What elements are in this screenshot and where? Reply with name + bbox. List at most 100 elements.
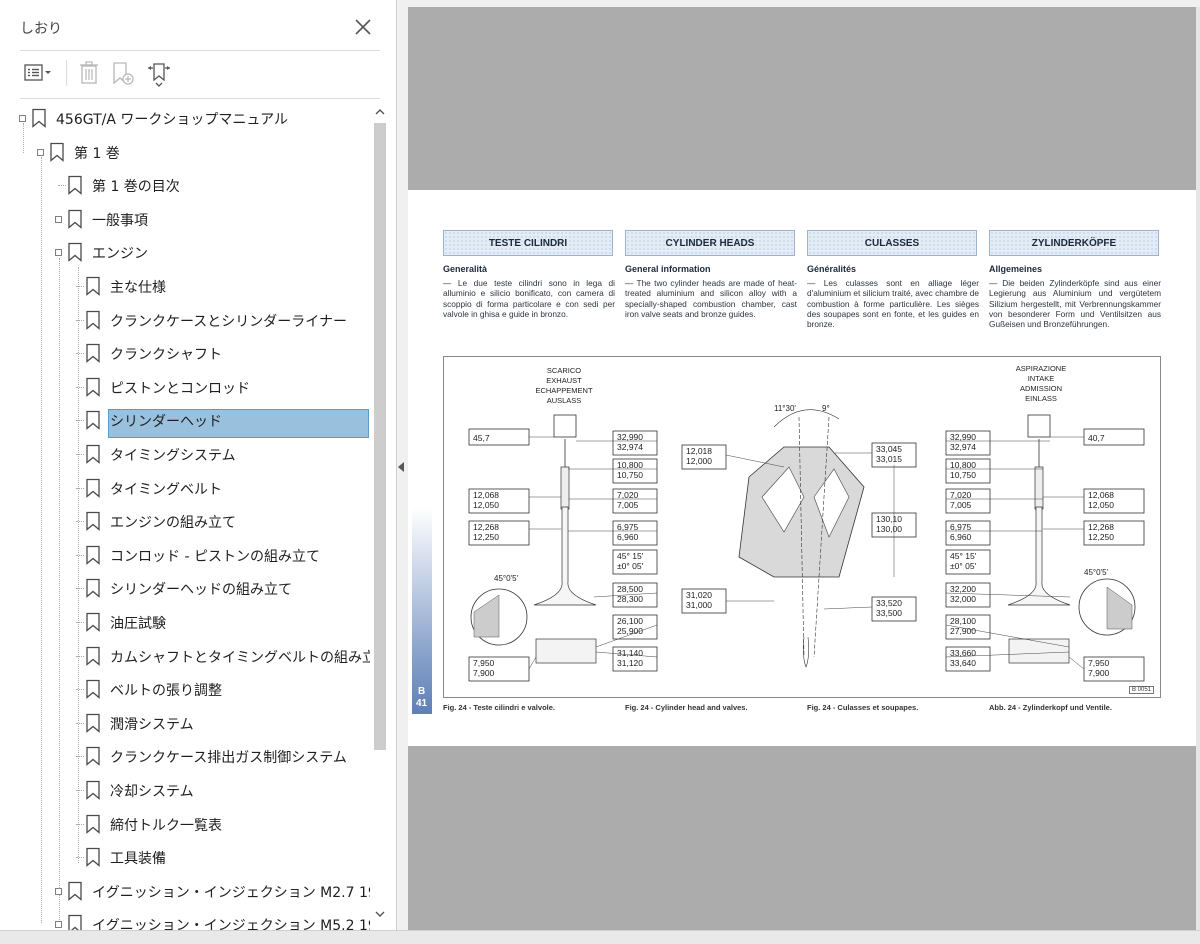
dimension-value: 33,640	[950, 658, 976, 668]
dimension-value: 7,900	[473, 668, 495, 678]
collapse-panel-arrow-icon[interactable]	[398, 462, 404, 472]
bookmark-item[interactable]: タイミングシステム	[0, 437, 368, 471]
dimension-value: 31,140	[617, 648, 643, 658]
tree-divider	[20, 98, 380, 99]
dimension-value: 130,00	[876, 524, 902, 534]
cylinder-head-diagram: SCARICOEXHAUSTECHAPPEMENTAUSLASS ASPIRAZI…	[468, 364, 1145, 682]
bookmark-item[interactable]: エンジン	[0, 235, 368, 269]
valve-guide	[1034, 466, 1044, 510]
scroll-up-icon[interactable]	[374, 107, 386, 117]
caption-english: Fig. 24 - Cylinder head and valves.	[625, 703, 748, 712]
tree-connector	[76, 756, 84, 758]
angle-label: 45°0'5'	[494, 574, 519, 583]
bookmark-icon	[86, 680, 100, 700]
bookmark-label: 第 1 巻の目次	[92, 179, 180, 196]
valve-seat	[535, 638, 597, 664]
exhaust-label: SCARICO	[547, 366, 581, 375]
bookmark-label: イグニッション・インジェクション M5.2 1996	[92, 918, 370, 930]
bookmark-item[interactable]: コンロッド - ピストンの組み立て	[0, 538, 368, 572]
tree-scrollbar[interactable]	[371, 101, 389, 930]
scrollbar-thumb[interactable]	[374, 123, 386, 750]
bookmark-item[interactable]: 456GT/A ワークショップマニュアル	[0, 101, 368, 135]
expand-toggle[interactable]	[19, 115, 26, 122]
exhaust-label: AUSLASS	[547, 396, 582, 405]
bookmark-item[interactable]: ベルトの張り調整	[0, 672, 368, 706]
bookmark-icon	[68, 243, 82, 263]
bookmark-label: 456GT/A ワークショップマニュアル	[56, 112, 288, 128]
bookmark-item[interactable]: 第 1 巻	[0, 135, 368, 169]
delete-bookmark-button[interactable]	[76, 58, 102, 88]
dimension-value: 32,200	[950, 584, 976, 594]
bookmark-icon	[68, 881, 82, 901]
expand-toggle[interactable]	[37, 148, 44, 156]
dimension-value: 27,900	[950, 626, 976, 636]
valve-tappet	[1027, 414, 1051, 438]
bookmark-item[interactable]: クランクシャフト	[0, 336, 368, 370]
close-panel-button[interactable]	[350, 14, 376, 40]
bookmark-label: 第 1 巻	[74, 145, 120, 162]
tree-connector	[76, 521, 84, 523]
dimension-value: 10,800	[950, 460, 976, 470]
bookmark-icon	[32, 108, 46, 128]
bookmark-icon	[86, 579, 100, 599]
bookmarks-toolbar	[14, 54, 384, 94]
dimension-value: 31,120	[617, 658, 643, 668]
bookmark-item[interactable]: シリンダーヘッド	[0, 403, 368, 437]
expand-toggle[interactable]	[55, 887, 62, 895]
bookmark-label: 一般事項	[92, 212, 148, 229]
intake-label: INTAKE	[1028, 374, 1055, 383]
bookmark-item[interactable]: カムシャフトとタイミングベルトの組み立て	[0, 639, 370, 673]
leader-line	[1068, 656, 1085, 670]
header-french: CULASSES	[807, 230, 977, 256]
dimension-value: 12,068	[1088, 490, 1114, 500]
bookmark-label: コンロッド - ピストンの組み立て	[110, 548, 320, 565]
options-menu-button[interactable]	[20, 58, 58, 88]
cylinder-head-section	[738, 446, 865, 578]
dimension-value: 7,900	[1088, 668, 1110, 678]
bookmark-item[interactable]: 締付トルク一覧表	[0, 807, 368, 841]
dimension-value: 45° 15'	[950, 551, 977, 561]
scroll-down-icon[interactable]	[374, 909, 386, 919]
dimension-value: 7,005	[950, 500, 972, 510]
dimension-value: 32,974	[950, 442, 976, 452]
bookmark-item[interactable]: ピストンとコンロッド	[0, 370, 368, 404]
bookmark-item[interactable]: 冷却システム	[0, 773, 368, 807]
document-scrollbar[interactable]	[1196, 7, 1200, 930]
tree-connector	[58, 185, 66, 187]
expand-toggle[interactable]	[55, 215, 62, 223]
bookmark-item[interactable]: イグニッション・インジェクション M5.2 1996	[0, 907, 370, 930]
bookmark-item[interactable]: 油圧試験	[0, 605, 368, 639]
bookmark-item[interactable]: 工具装備	[0, 840, 368, 874]
tree-connector	[76, 386, 84, 388]
dimension-value: 6,960	[617, 532, 639, 542]
dimension-value: 6,960	[950, 532, 972, 542]
bookmark-item[interactable]: クランクケース排出ガス制御システム	[0, 739, 368, 773]
expand-toggle[interactable]	[55, 921, 62, 929]
find-current-bookmark-button[interactable]	[144, 58, 174, 88]
bookmark-item[interactable]: 潤滑システム	[0, 706, 368, 740]
bookmark-item[interactable]: タイミングベルト	[0, 471, 368, 505]
intake-label: EINLASS	[1025, 394, 1057, 403]
bookmark-item[interactable]: 主な仕様	[0, 269, 368, 303]
dimension-value: 7,950	[1088, 658, 1110, 668]
valve-tappet	[553, 414, 577, 438]
bookmark-item[interactable]: エンジンの組み立て	[0, 504, 368, 538]
tree-connector	[76, 319, 84, 321]
bookmark-item[interactable]: 一般事項	[0, 202, 368, 236]
caption-italian: Fig. 24 - Teste cilindri e valvole.	[443, 703, 555, 712]
expand-toggle[interactable]	[55, 249, 62, 257]
dimension-value: ±0° 05'	[950, 561, 977, 571]
tree-connector	[76, 353, 84, 355]
new-bookmark-button[interactable]	[110, 58, 136, 88]
bookmark-item[interactable]: クランクケースとシリンダーライナー	[0, 303, 368, 337]
tree-connector	[76, 420, 84, 422]
bookmark-item[interactable]: シリンダーヘッドの組み立て	[0, 571, 368, 605]
bookmark-item[interactable]: 第 1 巻の目次	[0, 168, 368, 202]
bookmark-icon	[50, 142, 64, 162]
bookmark-item[interactable]: イグニッション・インジェクション M2.7 1994	[0, 874, 370, 908]
exhaust-label: EXHAUST	[546, 376, 582, 385]
dimension-value: 12,050	[1088, 500, 1114, 510]
bookmark-label: 締付トルク一覧表	[110, 817, 222, 834]
pdf-page: TESTE CILINDRI CYLINDER HEADS CULASSES Z…	[408, 190, 1196, 746]
dimension-value: 7,950	[473, 658, 495, 668]
